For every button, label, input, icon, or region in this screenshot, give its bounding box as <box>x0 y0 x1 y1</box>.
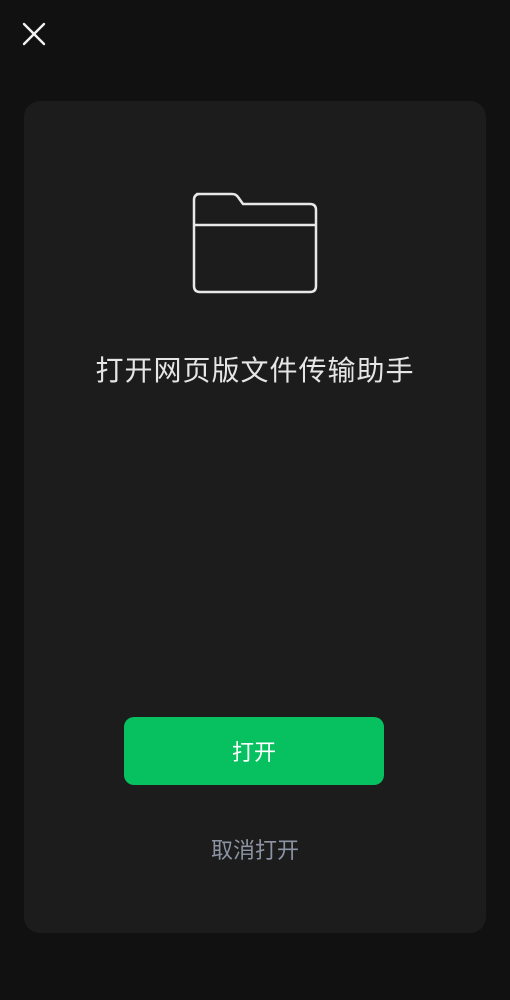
cancel-open-link[interactable]: 取消打开 <box>24 837 486 867</box>
open-button[interactable]: 打开 <box>124 717 384 785</box>
dialog-card: 打开网页版文件传输助手 打开 取消打开 <box>24 101 486 933</box>
screen: 打开网页版文件传输助手 打开 取消打开 <box>0 0 510 1000</box>
close-button[interactable] <box>14 14 54 54</box>
dialog-title: 打开网页版文件传输助手 <box>95 354 415 387</box>
folder-icon <box>192 192 318 294</box>
close-icon <box>22 22 46 46</box>
